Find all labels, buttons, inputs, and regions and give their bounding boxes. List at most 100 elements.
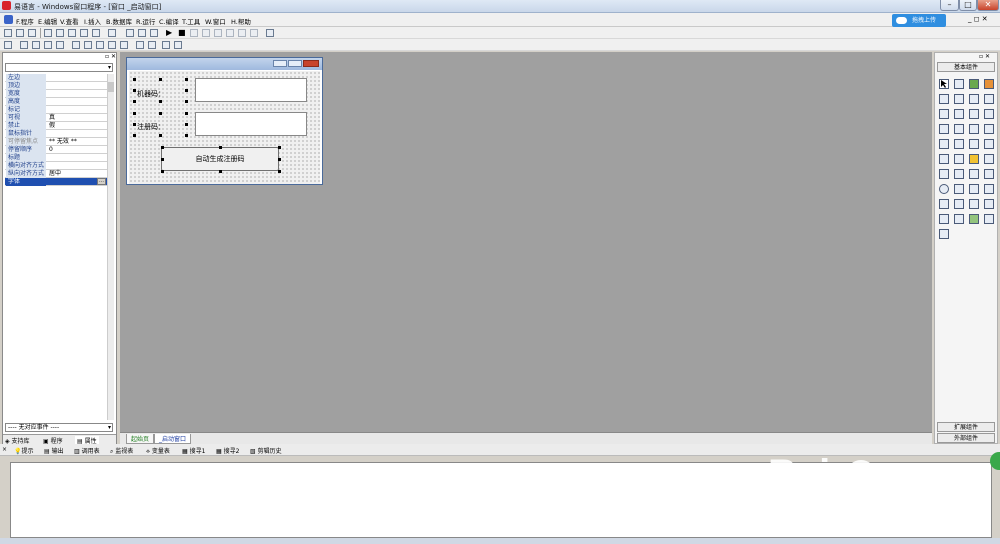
ellipsis-button[interactable]: … [97, 178, 106, 185]
selection-handle[interactable] [185, 112, 188, 115]
selection-handle[interactable] [161, 158, 164, 161]
selection-handle[interactable] [133, 100, 136, 103]
grid-icon[interactable] [4, 41, 12, 49]
debug-icon[interactable] [190, 29, 198, 37]
copy-icon[interactable] [56, 29, 64, 37]
layout3-icon[interactable] [150, 29, 158, 37]
property-row[interactable]: 纵向对齐方式 居中 [5, 170, 107, 178]
menu-insert[interactable]: I.插入 [84, 16, 101, 26]
tab-search1[interactable]: ▦ 搜寻1 [182, 446, 205, 455]
step-in-icon[interactable] [202, 29, 210, 37]
selection-handle[interactable] [133, 112, 136, 115]
chart-tool-icon[interactable] [969, 214, 979, 224]
button-tool-icon[interactable] [954, 154, 964, 164]
property-row[interactable]: 可视真 [5, 114, 107, 122]
property-row-selected[interactable]: 字体… [5, 178, 107, 186]
selection-handle[interactable] [219, 170, 222, 173]
extended-components-button[interactable]: 扩展组件 [937, 422, 995, 432]
save-icon[interactable] [28, 29, 36, 37]
panel-close-icon[interactable]: ▫ ✕ [105, 53, 116, 60]
selection-handle[interactable] [185, 123, 188, 126]
menu-help[interactable]: H.帮助 [231, 16, 251, 26]
calendar-tool-icon[interactable] [939, 154, 949, 164]
picture-tool-icon[interactable] [969, 79, 979, 89]
selection-handle[interactable] [185, 89, 188, 92]
printer-tool-icon[interactable] [954, 184, 964, 194]
pin-icon[interactable]: × [2, 446, 7, 453]
same-width-icon[interactable] [72, 41, 80, 49]
radio-tool-icon[interactable] [954, 109, 964, 119]
selection-handle[interactable] [161, 170, 164, 173]
network-tool-icon[interactable] [969, 184, 979, 194]
selection-handle[interactable] [278, 146, 281, 149]
center-h-icon[interactable] [136, 41, 144, 49]
menu-edit[interactable]: E.编辑 [38, 16, 57, 26]
component-select[interactable]: ▾ [5, 63, 113, 72]
folder-tool-icon[interactable] [969, 154, 979, 164]
tab-search2[interactable]: ▦ 搜寻2 [216, 446, 239, 455]
align-right-icon[interactable] [44, 41, 52, 49]
minimize-button[interactable]: – [940, 0, 959, 11]
property-row[interactable]: 鼠标指针 [5, 130, 107, 138]
property-row[interactable]: 宽度 [5, 90, 107, 98]
tab-hint[interactable]: 💡提示 [14, 446, 34, 455]
mdi-controls[interactable]: _ ◻ ✕ [968, 15, 988, 23]
selection-handle[interactable] [185, 134, 188, 137]
designer-form[interactable]: 机器码： 注册码： 自动生成注册码 [126, 57, 323, 185]
scroll-thumb[interactable] [108, 82, 114, 92]
form-body[interactable]: 机器码： 注册码： 自动生成注册码 [129, 71, 320, 184]
combobox-tool-icon[interactable] [954, 124, 964, 134]
menu-window[interactable]: W.窗口 [205, 16, 226, 26]
space-h-icon[interactable] [108, 41, 116, 49]
grid-tool-icon[interactable] [984, 199, 994, 209]
tab-start-page[interactable]: 起始页 [126, 434, 155, 444]
client-tool-icon[interactable] [939, 199, 949, 209]
same-height-icon[interactable] [84, 41, 92, 49]
menu-run[interactable]: R.运行 [136, 16, 155, 26]
undo-icon[interactable] [80, 29, 88, 37]
redo-icon[interactable] [92, 29, 100, 37]
space-v-icon[interactable] [120, 41, 128, 49]
basic-components-header[interactable]: 基本组件 [937, 62, 995, 72]
same-size-icon[interactable] [96, 41, 104, 49]
menu-program[interactable]: F.程序 [16, 16, 34, 26]
selection-handle[interactable] [185, 78, 188, 81]
property-row[interactable]: 标记 [5, 106, 107, 114]
order-front-icon[interactable] [162, 41, 170, 49]
selection-handle[interactable] [159, 100, 162, 103]
menu-compile[interactable]: C.编译 [159, 16, 179, 26]
selection-handle[interactable] [133, 89, 136, 92]
cut-icon[interactable] [44, 29, 52, 37]
slider-tool-icon[interactable] [969, 139, 979, 149]
new-file-icon[interactable] [4, 29, 12, 37]
breakpoint-icon[interactable] [238, 29, 246, 37]
panel-close-icon[interactable]: ▫ ✕ [979, 53, 990, 60]
tab-variables[interactable]: ⟡ 变量表 [146, 446, 170, 456]
selection-handle[interactable] [278, 158, 281, 161]
text-tool-icon[interactable] [969, 94, 979, 104]
tab-output[interactable]: ▤ 输出 [44, 446, 64, 455]
layout-icon[interactable] [126, 29, 134, 37]
selection-handle[interactable] [161, 146, 164, 149]
align-left-icon[interactable] [20, 41, 28, 49]
progress-tool-icon[interactable] [954, 139, 964, 149]
reg-code-label[interactable]: 注册码： [137, 122, 165, 132]
status-tool-icon[interactable] [984, 169, 994, 179]
property-row[interactable]: 横向对齐方式 [5, 162, 107, 170]
selection-handle[interactable] [159, 78, 162, 81]
tab-call-stack[interactable]: ▥ 调用表 [74, 446, 100, 455]
tab-tool-icon[interactable] [969, 124, 979, 134]
drive-tool-icon[interactable] [939, 169, 949, 179]
file-tool-icon[interactable] [984, 154, 994, 164]
data-tool-icon[interactable] [969, 199, 979, 209]
pointer-icon[interactable] [939, 79, 949, 89]
timer-tool-icon[interactable] [939, 184, 949, 194]
selection-handle[interactable] [133, 134, 136, 137]
property-row[interactable]: 可停留焦点 ** 无效 ** [5, 138, 107, 146]
vscroll-tool-icon[interactable] [939, 139, 949, 149]
selection-handle[interactable] [133, 123, 136, 126]
db-tool-icon[interactable] [939, 214, 949, 224]
line-tool-icon[interactable] [984, 94, 994, 104]
find-icon[interactable] [108, 29, 116, 37]
tab-watch[interactable]: ⌕ 监视表 [110, 446, 133, 456]
